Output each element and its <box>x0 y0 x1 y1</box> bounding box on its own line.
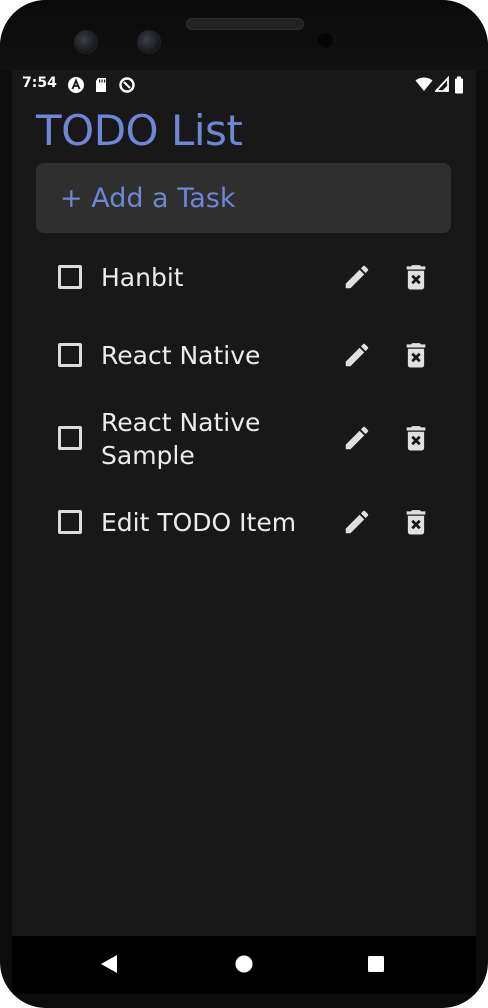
battery-icon <box>455 76 463 94</box>
recents-square-icon[interactable] <box>367 954 385 974</box>
pencil-icon[interactable] <box>342 340 372 370</box>
trash-x-icon[interactable] <box>401 262 431 292</box>
pencil-icon[interactable] <box>342 423 372 453</box>
task-label: Hanbit <box>101 263 184 292</box>
task-label: React Native Sample <box>101 408 261 470</box>
wifi-icon <box>415 77 433 91</box>
back-triangle-icon[interactable] <box>100 954 118 974</box>
trash-x-icon[interactable] <box>401 340 431 370</box>
task-label: React Native <box>101 341 261 370</box>
add-task-placeholder: + Add a Task <box>60 182 236 214</box>
trash-x-icon[interactable] <box>401 423 431 453</box>
task-checkbox[interactable] <box>58 510 82 534</box>
pencil-icon[interactable] <box>342 507 372 537</box>
status-bar: 7:54 <box>12 70 476 100</box>
home-circle-icon[interactable] <box>234 954 254 974</box>
task-label: Edit TODO Item <box>101 508 297 537</box>
sd-card-icon <box>96 78 106 92</box>
proximity-sensor <box>318 33 333 48</box>
front-camera <box>74 30 98 54</box>
cell-signal-icon <box>435 76 449 92</box>
status-time: 7:54 <box>22 75 57 91</box>
task-checkbox[interactable] <box>58 265 82 289</box>
task-checkbox[interactable] <box>58 343 82 367</box>
phone-frame: 7:54 TODO List + Add a Task Hanbit React… <box>0 0 488 1008</box>
notification-a-icon <box>68 77 84 93</box>
data-saver-icon <box>119 77 135 93</box>
phone-top-bezel <box>0 0 488 70</box>
earpiece-speaker <box>186 18 304 30</box>
front-camera-secondary <box>137 30 161 54</box>
task-checkbox[interactable] <box>58 426 82 450</box>
app-screen: 7:54 TODO List + Add a Task Hanbit React… <box>12 70 476 936</box>
android-nav-bar <box>12 936 476 994</box>
pencil-icon[interactable] <box>342 262 372 292</box>
page-title: TODO List <box>36 106 243 155</box>
add-task-input[interactable]: + Add a Task <box>36 163 451 233</box>
trash-x-icon[interactable] <box>401 507 431 537</box>
